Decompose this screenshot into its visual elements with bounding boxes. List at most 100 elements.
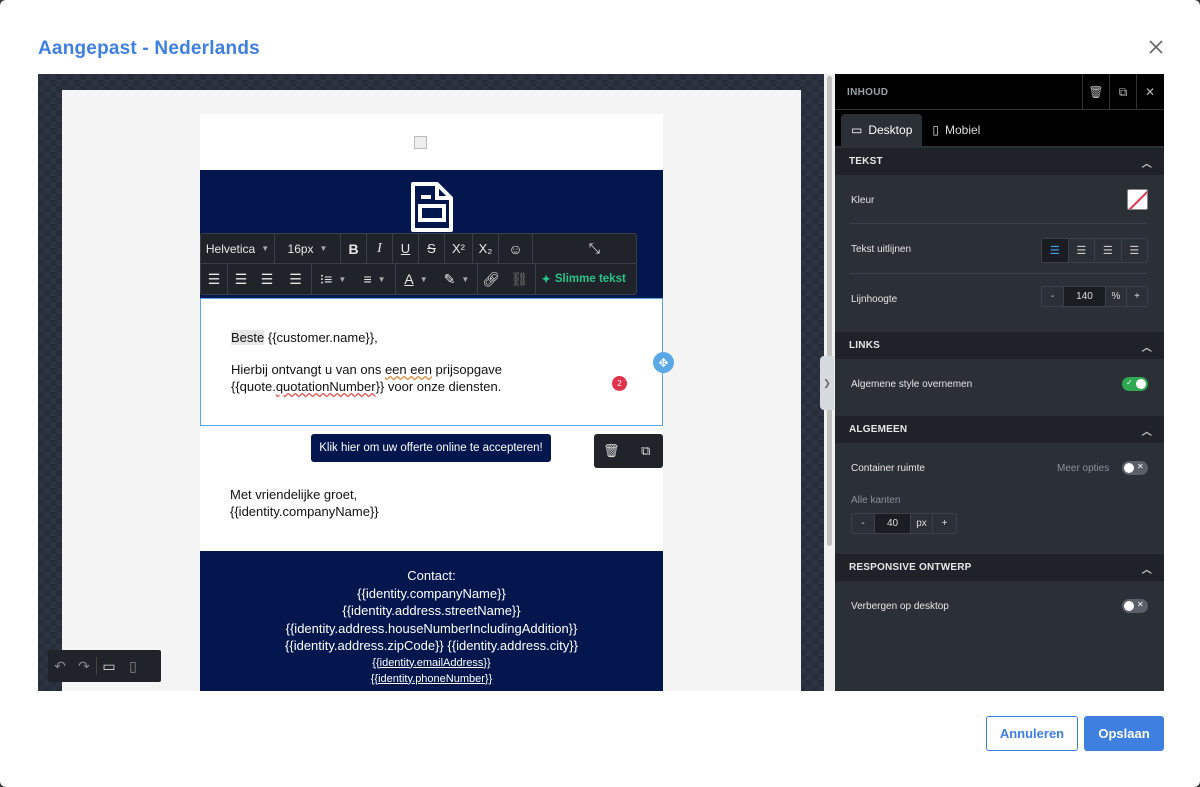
document-icon — [411, 182, 453, 232]
footer-block[interactable]: Contact: {{identity.companyName}} {{iden… — [200, 551, 663, 691]
align-justify-icon[interactable]: ☰ — [1122, 239, 1148, 262]
lineheight-input[interactable]: 140 — [1064, 287, 1106, 306]
cancel-button[interactable]: Annuleren — [986, 716, 1078, 751]
decrease-button[interactable]: - — [1042, 287, 1064, 306]
block-actions: 🗑︎ ⧉ — [594, 434, 663, 468]
unlink-icon[interactable]: ⛓︎ — [504, 264, 536, 294]
superscript-button[interactable]: X² — [445, 233, 473, 264]
chevron-down-icon: ▼ — [461, 274, 470, 284]
desktop-preview-icon[interactable]: ▭ — [97, 658, 121, 675]
close-icon[interactable] — [1146, 37, 1166, 57]
device-tabs: ▭ Desktop ▯ Mobiel — [835, 110, 1164, 146]
email-body: Helvetica▼ 16px▼ B I U S X² X₂ ☺ ⤡ ☰ ☰ — [200, 114, 674, 691]
increase-button[interactable]: + — [933, 514, 956, 533]
color-picker[interactable] — [1127, 189, 1148, 210]
properties-panel: INHOUD 🗑︎ ⧉ ✕ ▭ Desktop ▯ Mobiel TEKST ︿ Kl… — [835, 74, 1164, 691]
chevron-down-icon: ▼ — [319, 244, 328, 253]
decrease-button[interactable]: - — [852, 514, 875, 533]
chevron-up-icon: ︿ — [1141, 343, 1152, 354]
numbered-list-icon[interactable]: ≡ ▼ — [354, 264, 396, 294]
chevron-down-icon: ▼ — [338, 274, 347, 284]
align-center-icon[interactable]: ☰ — [228, 264, 254, 294]
color-label: Kleur — [851, 195, 875, 206]
greeting-line: Beste {{customer.name}}, — [231, 330, 378, 345]
inherit-style-toggle[interactable]: ✓ — [1122, 377, 1148, 391]
broken-image-icon[interactable] — [414, 136, 427, 149]
canvas-paper: Helvetica▼ 16px▼ B I U S X² X₂ ☺ ⤡ ☰ ☰ — [62, 90, 801, 691]
bullet-list-icon[interactable]: ⁝≡ ▼ — [312, 264, 354, 294]
text-block-selected[interactable]: Beste {{customer.name}}, Hierbij ontvang… — [200, 298, 663, 426]
tab-mobile[interactable]: ▯ Mobiel — [922, 114, 990, 146]
align-label: Tekst uitlijnen — [851, 244, 912, 255]
highlight-icon[interactable]: ✎ ▼ — [436, 264, 478, 294]
inherit-style-label: Algemene style overnemen — [851, 379, 973, 390]
closing-text[interactable]: Met vriendelijke groet, {{identity.compa… — [230, 486, 379, 520]
smart-text-button[interactable]: ✦ Slimme tekst — [536, 264, 631, 294]
align-left-icon[interactable]: ☰ — [1042, 239, 1069, 262]
undo-icon[interactable]: ↶ — [48, 658, 72, 675]
panel-header: INHOUD 🗑︎ ⧉ ✕ — [835, 74, 1164, 110]
align-left-icon[interactable]: ☰ — [201, 264, 228, 294]
subscript-button[interactable]: X₂ — [473, 233, 499, 264]
modal-title: Aangepast - Nederlands — [38, 38, 260, 59]
duplicate-icon[interactable]: ⧉ — [629, 434, 664, 468]
lineheight-stepper: - 140 % + — [1041, 286, 1148, 307]
bold-button[interactable]: B — [341, 233, 367, 264]
lineheight-label: Lijnhoogte — [851, 294, 898, 305]
chevron-up-icon: ︿ — [1141, 427, 1152, 438]
unit-label: % — [1106, 287, 1127, 306]
strikethrough-button[interactable]: S — [419, 233, 445, 264]
font-family-select[interactable]: Helvetica ▼ — [201, 233, 275, 264]
error-count-badge[interactable]: 2 — [612, 376, 627, 391]
magic-wand-icon: ✦ — [541, 274, 551, 286]
align-center-icon[interactable]: ☰ — [1069, 239, 1095, 262]
unit-label: px — [911, 514, 933, 533]
text-align-group: ☰ ☰ ☰ ☰ — [1041, 238, 1148, 263]
desktop-icon: ▭ — [851, 123, 863, 137]
collapse-toolbar-icon[interactable]: ⤡ — [533, 234, 608, 264]
save-button[interactable]: Opslaan — [1084, 716, 1164, 751]
duplicate-icon[interactable]: ⧉ — [1109, 74, 1136, 110]
padding-input[interactable]: 40 — [875, 514, 911, 533]
padding-stepper: - 40 px + — [851, 513, 957, 534]
align-justify-icon[interactable]: ☰ — [280, 264, 312, 294]
move-icon[interactable]: ✥ — [653, 352, 674, 373]
emoji-icon[interactable]: ☺ — [499, 233, 533, 264]
close-icon[interactable]: ✕ — [1136, 74, 1163, 110]
hide-desktop-label: Verbergen op desktop — [851, 601, 949, 612]
chevron-up-icon: ︿ — [1141, 159, 1152, 170]
font-size-select[interactable]: 16px ▼ — [275, 233, 341, 264]
cta-button[interactable]: Klik hier om uw offerte online te accept… — [311, 434, 551, 462]
hide-desktop-toggle[interactable]: ✕ — [1122, 599, 1148, 613]
body-line-2: {{quote.quotationNumber}} voor onze dien… — [231, 379, 502, 394]
collapse-panel-icon[interactable]: ❯ — [820, 356, 834, 410]
align-right-icon[interactable]: ☰ — [1095, 239, 1122, 262]
canvas-controls: ↶ ↷ ▭ ▯ — [48, 650, 161, 682]
tab-desktop[interactable]: ▭ Desktop — [841, 114, 923, 146]
section-general[interactable]: ALGEMEEN ︿ — [835, 416, 1164, 443]
align-right-icon[interactable]: ☰ — [254, 264, 280, 294]
mobile-preview-icon[interactable]: ▯ — [121, 658, 145, 675]
all-sides-label: Alle kanten — [851, 495, 901, 506]
redo-icon[interactable]: ↷ — [72, 658, 96, 675]
increase-button[interactable]: + — [1127, 287, 1147, 306]
section-text[interactable]: TEKST ︿ — [835, 148, 1164, 175]
underline-button[interactable]: U — [393, 233, 419, 264]
chevron-up-icon: ︿ — [1141, 565, 1152, 576]
link-icon[interactable]: 🔗︎ — [478, 264, 504, 294]
chevron-down-icon: ▼ — [261, 244, 270, 253]
body-line-1: Hierbij ontvangt u van ons een een prijs… — [231, 362, 503, 377]
modal: Aangepast - Nederlands Helvetica ▼ 16px … — [0, 0, 1200, 787]
mobile-icon: ▯ — [932, 123, 939, 137]
section-links[interactable]: LINKS ︿ — [835, 332, 1164, 359]
trash-icon[interactable]: 🗑︎ — [1082, 74, 1109, 110]
text-toolbar: Helvetica▼ 16px▼ B I U S X² X₂ ☺ ⤡ ☰ ☰ — [200, 233, 637, 295]
section-responsive[interactable]: RESPONSIVE ONTWERP ︿ — [835, 554, 1164, 581]
more-options-label[interactable]: Meer opties — [1057, 463, 1109, 474]
trash-icon[interactable]: 🗑︎ — [594, 434, 629, 468]
italic-button[interactable]: I — [367, 233, 393, 264]
chevron-down-icon: ▼ — [377, 274, 386, 284]
chevron-down-icon: ▼ — [419, 274, 428, 284]
more-options-toggle[interactable]: ✕ — [1122, 461, 1148, 475]
text-color-icon[interactable]: A ▼ — [396, 264, 436, 294]
